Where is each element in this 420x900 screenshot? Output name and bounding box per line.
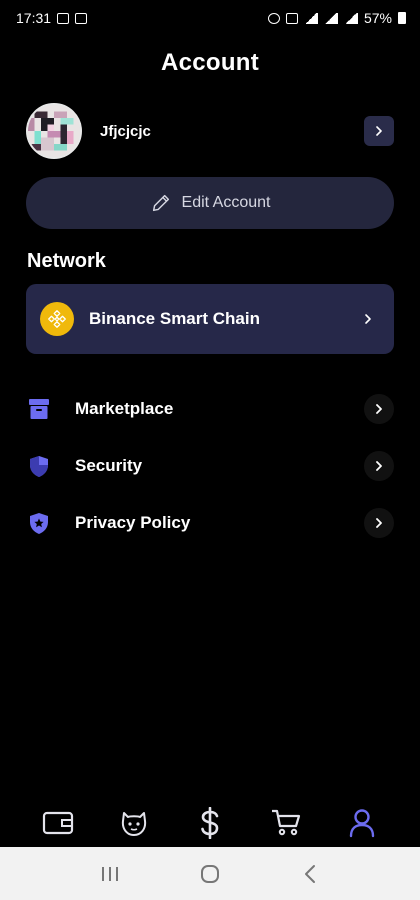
edit-account-button[interactable]: Edit Account xyxy=(26,177,394,229)
network-chevron xyxy=(356,307,380,331)
gallery-notification-icon xyxy=(57,12,70,24)
edit-account-label: Edit Account xyxy=(181,194,271,211)
mute-icon xyxy=(285,12,298,24)
chevron-right-icon xyxy=(376,126,382,136)
dollar-icon xyxy=(201,807,219,839)
pencil-icon xyxy=(152,194,169,212)
menu-item-security[interactable]: Security xyxy=(26,446,394,486)
system-nav-bar xyxy=(0,847,420,900)
battery-icon xyxy=(398,12,406,24)
back-button[interactable] xyxy=(290,854,330,894)
nav-dollar[interactable] xyxy=(190,803,230,843)
status-bar: 17:31 57% xyxy=(0,0,420,36)
network-name: Binance Smart Chain xyxy=(89,309,260,328)
signal-2-icon xyxy=(343,12,358,24)
privacy-policy-chevron-button[interactable] xyxy=(364,508,394,538)
page-title: Account xyxy=(160,49,260,76)
nav-wallet[interactable] xyxy=(38,803,78,843)
home-icon xyxy=(201,864,219,883)
chevron-right-icon xyxy=(376,404,382,414)
user-icon xyxy=(349,809,375,838)
network-section-title: Network xyxy=(27,250,106,272)
chevron-right-icon xyxy=(376,461,382,471)
status-right: 57% xyxy=(267,10,406,26)
security-chevron-button[interactable] xyxy=(364,451,394,481)
archive-icon xyxy=(26,396,52,422)
menu-label-security: Security xyxy=(75,456,143,475)
avatar[interactable] xyxy=(26,103,82,159)
cart-icon xyxy=(272,809,301,836)
nav-profile[interactable] xyxy=(342,803,382,843)
menu-label-privacy-policy: Privacy Policy xyxy=(75,513,191,532)
menu-item-privacy-policy[interactable]: Privacy Policy xyxy=(26,503,394,543)
wifi-icon xyxy=(303,12,318,24)
shield-star-icon xyxy=(26,510,52,536)
menu-label-marketplace: Marketplace xyxy=(75,399,174,418)
status-left: 17:31 xyxy=(16,10,88,26)
marketplace-chevron-button[interactable] xyxy=(364,394,394,424)
menu-item-marketplace[interactable]: Marketplace xyxy=(26,389,394,429)
battery-percent: 57% xyxy=(363,10,392,26)
home-button[interactable] xyxy=(190,854,230,894)
network-selector[interactable]: Binance Smart Chain xyxy=(26,284,394,354)
signal-icon xyxy=(323,12,338,24)
shield-icon xyxy=(26,453,52,479)
recent-apps-button[interactable] xyxy=(90,854,130,894)
chevron-right-icon xyxy=(365,314,371,324)
status-time: 17:31 xyxy=(16,10,52,26)
chevron-right-icon xyxy=(376,518,382,528)
bottom-nav xyxy=(0,800,420,846)
nav-cart[interactable] xyxy=(266,803,306,843)
nav-mascot[interactable] xyxy=(114,803,154,843)
wallet-icon xyxy=(42,811,74,835)
profile-row: Jfjcjcjc xyxy=(26,103,394,159)
bnb-logo-icon xyxy=(40,302,74,336)
back-chevron-icon xyxy=(305,864,315,883)
recent-apps-icon xyxy=(102,866,118,881)
mail-notification-icon xyxy=(75,12,88,24)
username: Jfjcjcjc xyxy=(100,122,151,140)
mascot-icon xyxy=(121,812,147,836)
profile-chevron-button[interactable] xyxy=(364,116,394,146)
alarm-icon xyxy=(267,12,280,24)
